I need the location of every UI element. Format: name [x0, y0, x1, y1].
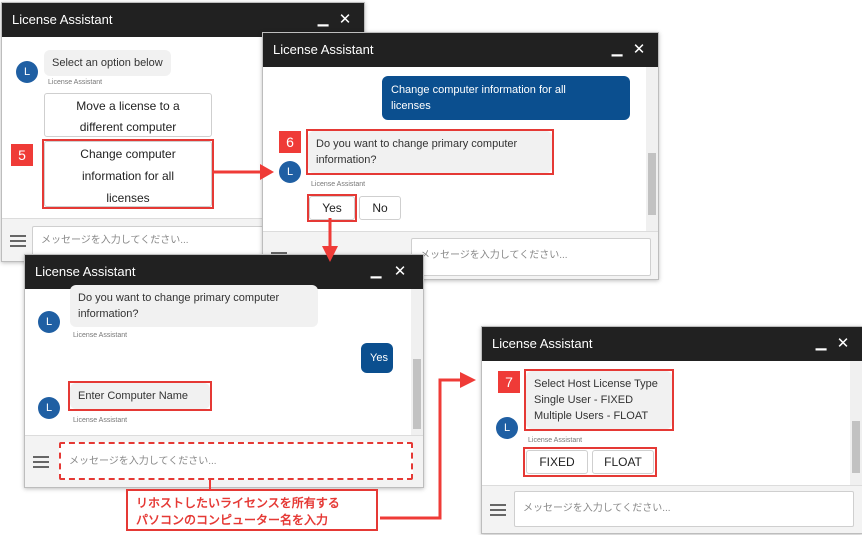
chat-window-3: License Assistant ▁ ✕ Do you want to cha… — [24, 254, 424, 488]
message-line: Do you want to change primary computer — [78, 292, 280, 304]
step-badge: 5 — [11, 144, 33, 166]
chat-window-4: License Assistant ▁ ✕ 7 Select Host Lice… — [481, 326, 862, 534]
hamburger-icon[interactable] — [33, 456, 49, 468]
sender-label: License Assistant — [73, 332, 128, 339]
scrollbar-thumb[interactable] — [413, 359, 421, 429]
scrollbar-thumb[interactable] — [648, 153, 656, 215]
scrollbar[interactable] — [646, 67, 658, 231]
window-title: License Assistant — [273, 42, 374, 57]
close-icon[interactable]: ✕ — [334, 7, 356, 31]
close-icon[interactable]: ✕ — [628, 37, 650, 61]
bot-avatar: L — [279, 161, 301, 183]
option-line: Move a license to a — [76, 99, 180, 113]
highlight-box — [524, 369, 674, 431]
sender-label: License Assistant — [311, 181, 366, 188]
minimize-icon[interactable]: ▁ — [606, 37, 628, 61]
scrollbar[interactable] — [850, 361, 862, 485]
title-bar[interactable]: License Assistant ▁ ✕ — [482, 327, 862, 361]
close-icon[interactable]: ✕ — [832, 331, 854, 355]
title-bar[interactable]: License Assistant ▁ ✕ — [25, 255, 423, 289]
message-line: licenses — [391, 100, 431, 112]
user-message: Yes — [361, 343, 393, 373]
bot-avatar: L — [496, 417, 518, 439]
bot-avatar: L — [38, 397, 60, 419]
highlight-box — [523, 447, 657, 477]
no-button[interactable]: No — [359, 196, 401, 220]
message-input[interactable]: メッセージを入力してください... — [411, 238, 651, 276]
chat-window-2: License Assistant ▁ ✕ Change computer in… — [262, 32, 659, 280]
message-input[interactable]: メッセージを入力してください... — [514, 491, 854, 527]
message-line: information? — [78, 308, 139, 320]
step-badge: 6 — [279, 131, 301, 153]
hamburger-icon[interactable] — [10, 235, 26, 247]
minimize-icon[interactable]: ▁ — [312, 7, 334, 31]
minimize-icon[interactable]: ▁ — [365, 259, 387, 283]
option-line: different computer — [79, 120, 177, 134]
bot-avatar: L — [38, 311, 60, 333]
sender-label: License Assistant — [528, 437, 583, 444]
callout-box: リホストしたいライセンスを所有する パソコンのコンピューター名を入力 — [126, 489, 378, 531]
highlight-box — [307, 194, 357, 222]
highlight-box — [42, 139, 214, 209]
option-move-license[interactable]: Move a license to a different computer — [44, 93, 212, 137]
bot-message: Do you want to change primary computer i… — [70, 285, 318, 327]
close-icon[interactable]: ✕ — [389, 259, 411, 283]
window-title: License Assistant — [12, 12, 113, 27]
input-bar: メッセージを入力してください... — [25, 435, 423, 487]
sender-label: License Assistant — [48, 79, 103, 86]
hamburger-icon[interactable] — [490, 504, 506, 516]
title-bar[interactable]: License Assistant ▁ ✕ — [263, 33, 658, 67]
callout-line: リホストしたいライセンスを所有する — [136, 496, 340, 510]
window-title: License Assistant — [35, 264, 136, 279]
window-title: License Assistant — [492, 336, 593, 351]
highlight-box — [68, 381, 212, 411]
message-input[interactable]: メッセージを入力してください... — [59, 442, 413, 480]
highlight-box — [306, 129, 554, 175]
scrollbar[interactable] — [411, 289, 423, 435]
scrollbar-thumb[interactable] — [852, 421, 860, 473]
sender-label: License Assistant — [73, 417, 128, 424]
bot-avatar: L — [16, 61, 38, 83]
minimize-icon[interactable]: ▁ — [810, 331, 832, 355]
message-line: Change computer information for all — [391, 84, 566, 96]
bot-message: Select an option below — [44, 50, 171, 76]
user-message: Change computer information for all lice… — [382, 76, 630, 120]
step-badge: 7 — [498, 371, 520, 393]
input-bar: メッセージを入力してください... — [482, 485, 862, 533]
callout-line: パソコンのコンピューター名を入力 — [136, 513, 329, 527]
